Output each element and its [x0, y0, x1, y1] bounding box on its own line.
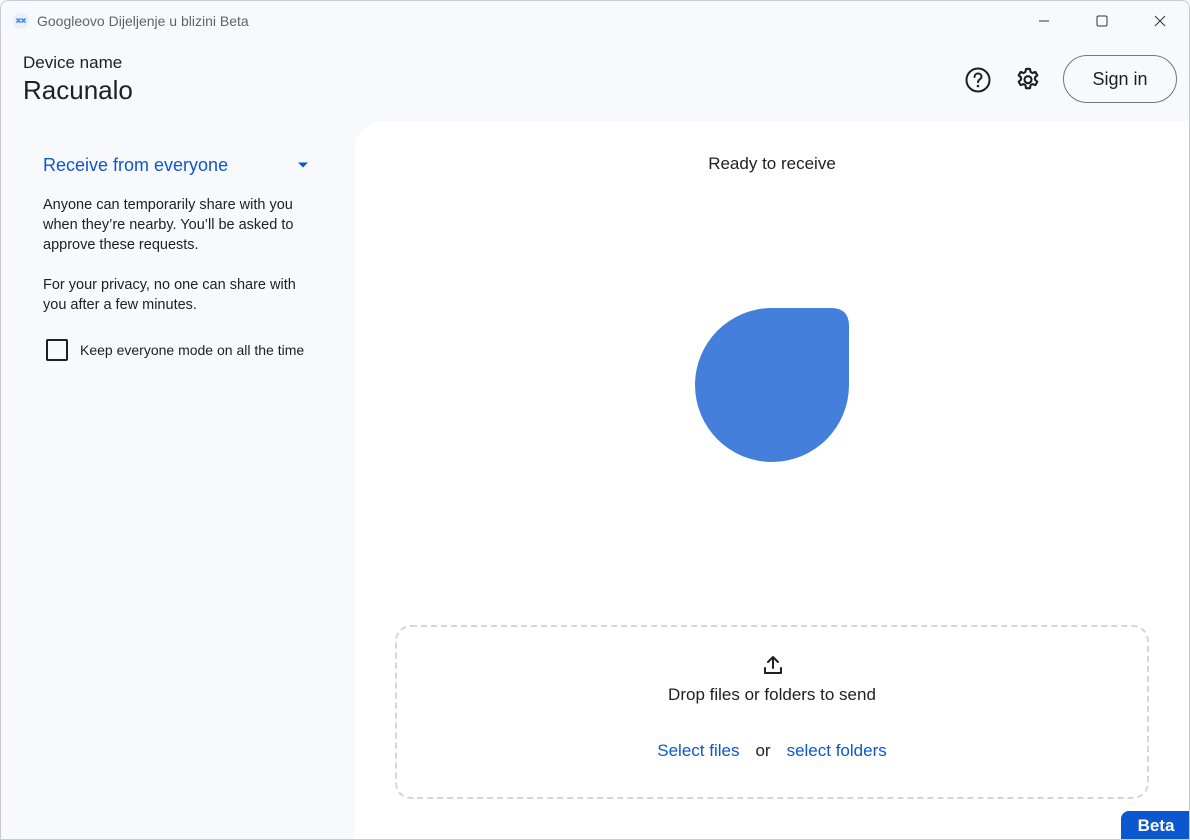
or-separator: or	[755, 741, 771, 760]
close-button[interactable]	[1131, 1, 1189, 41]
title-bar: Googleovo Dijeljenje u blizini Beta	[1, 1, 1189, 41]
window-title: Googleovo Dijeljenje u blizini Beta	[37, 13, 249, 29]
help-circle-icon	[965, 67, 991, 93]
settings-button[interactable]	[1010, 62, 1046, 98]
receiving-animation-blob	[695, 308, 849, 462]
close-icon	[1154, 15, 1166, 27]
select-links-row: Select files or select folders	[397, 741, 1147, 761]
sign-in-button[interactable]: Sign in	[1063, 55, 1177, 103]
select-files-link[interactable]: Select files	[657, 741, 739, 761]
nearby-share-app-icon	[13, 13, 29, 29]
receive-mode-label: Receive from everyone	[43, 154, 229, 175]
maximize-icon	[1096, 15, 1108, 27]
app-window: Googleovo Dijeljenje u blizini Beta Devi…	[0, 0, 1190, 840]
help-button[interactable]	[960, 62, 996, 98]
keep-everyone-mode-checkbox[interactable]	[46, 339, 68, 361]
device-name-value[interactable]: Racunalo	[23, 75, 133, 106]
keep-everyone-mode-label: Keep everyone mode on all the time	[80, 342, 305, 358]
file-drop-zone[interactable]: Drop files or folders to send Select fil…	[395, 625, 1149, 799]
minimize-icon	[1039, 20, 1049, 22]
maximize-button[interactable]	[1073, 1, 1131, 41]
status-text: Ready to receive	[708, 154, 836, 173]
beta-badge: Beta	[1121, 811, 1189, 839]
window-controls	[1015, 1, 1189, 41]
keep-everyone-mode-option[interactable]: Keep everyone mode on all the time	[46, 339, 304, 361]
drop-instructions: Drop files or folders to send	[668, 685, 876, 704]
main-panel: Ready to receive Drop files or folders t…	[355, 121, 1189, 839]
upload-icon	[764, 656, 782, 674]
select-folders-link[interactable]: select folders	[787, 741, 887, 761]
everyone-mode-description: Anyone can temporarily share with you wh…	[43, 197, 294, 253]
gear-icon	[1017, 67, 1039, 90]
minimize-button[interactable]	[1015, 1, 1073, 41]
device-name-label: Device name	[23, 53, 123, 72]
privacy-description: For your privacy, no one can share with …	[43, 277, 296, 313]
receive-mode-dropdown[interactable]: Receive from everyone	[43, 153, 313, 177]
dropdown-arrow-icon	[298, 162, 308, 168]
